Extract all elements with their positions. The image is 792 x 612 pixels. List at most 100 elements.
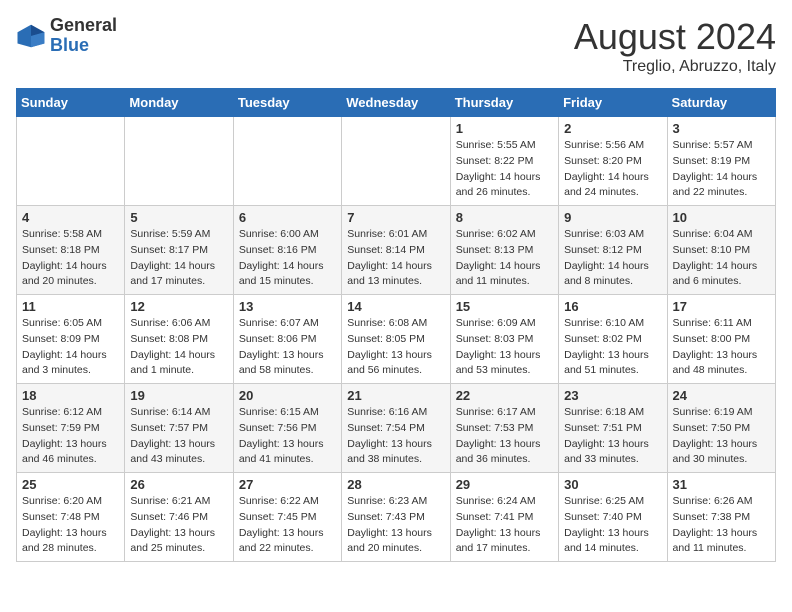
day-info: Sunrise: 5:56 AMSunset: 8:20 PMDaylight:… bbox=[564, 138, 661, 201]
logo-general: General bbox=[50, 16, 117, 36]
day-number: 2 bbox=[564, 121, 661, 136]
day-cell: 9Sunrise: 6:03 AMSunset: 8:12 PMDaylight… bbox=[559, 206, 667, 295]
day-number: 9 bbox=[564, 210, 661, 225]
day-info: Sunrise: 6:16 AMSunset: 7:54 PMDaylight:… bbox=[347, 405, 444, 468]
day-info: Sunrise: 5:55 AMSunset: 8:22 PMDaylight:… bbox=[456, 138, 553, 201]
day-cell: 10 Sunrise: 6:04 AMSunset: 8:10 PMDayligh… bbox=[667, 206, 775, 295]
logo-icon bbox=[16, 21, 46, 51]
day-cell: 22Sunrise: 6:17 AMSunset: 7:53 PMDayligh… bbox=[450, 384, 558, 473]
day-cell: 4 Sunrise: 5:58 AMSunset: 8:18 PMDaylight… bbox=[17, 206, 125, 295]
day-cell: 25 Sunrise: 6:20 AMSunset: 7:48 PMDayligh… bbox=[17, 473, 125, 562]
day-info: Sunrise: 5:58 AMSunset: 8:18 PMDaylight:… bbox=[22, 227, 119, 290]
day-info: Sunrise: 6:12 AMSunset: 7:59 PMDaylight:… bbox=[22, 405, 119, 468]
logo: General Blue bbox=[16, 16, 117, 56]
day-info: Sunrise: 6:10 AMSunset: 8:02 PMDaylight:… bbox=[564, 316, 661, 379]
day-cell: 24 Sunrise: 6:19 AMSunset: 7:50 PMDayligh… bbox=[667, 384, 775, 473]
day-number: 27 bbox=[239, 477, 336, 492]
day-cell: 20Sunrise: 6:15 AMSunset: 7:56 PMDayligh… bbox=[233, 384, 341, 473]
day-number: 3 bbox=[673, 121, 770, 136]
day-number: 12 bbox=[130, 299, 227, 314]
col-header-sunday: Sunday bbox=[17, 89, 125, 117]
day-info: Sunrise: 6:20 AMSunset: 7:48 PMDaylight:… bbox=[22, 494, 119, 557]
day-info: Sunrise: 6:11 AMSunset: 8:00 PMDaylight:… bbox=[673, 316, 770, 379]
day-cell bbox=[233, 117, 341, 206]
week-row-1: 1Sunrise: 5:55 AMSunset: 8:22 PMDaylight… bbox=[17, 117, 776, 206]
col-header-monday: Monday bbox=[125, 89, 233, 117]
day-number: 15 bbox=[456, 299, 553, 314]
day-info: Sunrise: 6:17 AMSunset: 7:53 PMDaylight:… bbox=[456, 405, 553, 468]
day-info: Sunrise: 5:59 AMSunset: 8:17 PMDaylight:… bbox=[130, 227, 227, 290]
week-row-5: 25 Sunrise: 6:20 AMSunset: 7:48 PMDayligh… bbox=[17, 473, 776, 562]
day-cell: 11Sunrise: 6:05 AMSunset: 8:09 PMDayligh… bbox=[17, 295, 125, 384]
day-number: 26 bbox=[130, 477, 227, 492]
day-cell: 2 Sunrise: 5:56 AMSunset: 8:20 PMDaylight… bbox=[559, 117, 667, 206]
header-row: SundayMondayTuesdayWednesdayThursdayFrid… bbox=[17, 89, 776, 117]
day-cell: 1Sunrise: 5:55 AMSunset: 8:22 PMDaylight… bbox=[450, 117, 558, 206]
day-number: 23 bbox=[564, 388, 661, 403]
day-info: Sunrise: 6:09 AMSunset: 8:03 PMDaylight:… bbox=[456, 316, 553, 379]
day-number: 16 bbox=[564, 299, 661, 314]
day-info: Sunrise: 6:24 AMSunset: 7:41 PMDaylight:… bbox=[456, 494, 553, 557]
day-info: Sunrise: 6:05 AMSunset: 8:09 PMDaylight:… bbox=[22, 316, 119, 379]
day-cell: 17 Sunrise: 6:11 AMSunset: 8:00 PMDayligh… bbox=[667, 295, 775, 384]
day-info: Sunrise: 6:08 AMSunset: 8:05 PMDaylight:… bbox=[347, 316, 444, 379]
col-header-wednesday: Wednesday bbox=[342, 89, 450, 117]
day-info: Sunrise: 6:02 AMSunset: 8:13 PMDaylight:… bbox=[456, 227, 553, 290]
day-number: 13 bbox=[239, 299, 336, 314]
day-info: Sunrise: 6:26 AMSunset: 7:38 PMDaylight:… bbox=[673, 494, 770, 557]
day-number: 10 bbox=[673, 210, 770, 225]
day-cell: 12Sunrise: 6:06 AMSunset: 8:08 PMDayligh… bbox=[125, 295, 233, 384]
week-row-3: 11Sunrise: 6:05 AMSunset: 8:09 PMDayligh… bbox=[17, 295, 776, 384]
title-block: August 2024 Treglio, Abruzzo, Italy bbox=[574, 16, 776, 76]
day-number: 25 bbox=[22, 477, 119, 492]
day-info: Sunrise: 6:15 AMSunset: 7:56 PMDaylight:… bbox=[239, 405, 336, 468]
location: Treglio, Abruzzo, Italy bbox=[574, 58, 776, 76]
day-info: Sunrise: 6:14 AMSunset: 7:57 PMDaylight:… bbox=[130, 405, 227, 468]
day-number: 29 bbox=[456, 477, 553, 492]
day-cell: 19 Sunrise: 6:14 AMSunset: 7:57 PMDayligh… bbox=[125, 384, 233, 473]
day-cell bbox=[17, 117, 125, 206]
day-info: Sunrise: 6:19 AMSunset: 7:50 PMDaylight:… bbox=[673, 405, 770, 468]
month-title: August 2024 bbox=[574, 16, 776, 58]
day-cell: 14 Sunrise: 6:08 AMSunset: 8:05 PMDayligh… bbox=[342, 295, 450, 384]
day-cell: 15 Sunrise: 6:09 AMSunset: 8:03 PMDayligh… bbox=[450, 295, 558, 384]
day-number: 18 bbox=[22, 388, 119, 403]
day-cell: 31 Sunrise: 6:26 AMSunset: 7:38 PMDayligh… bbox=[667, 473, 775, 562]
day-cell: 7 Sunrise: 6:01 AMSunset: 8:14 PMDaylight… bbox=[342, 206, 450, 295]
col-header-friday: Friday bbox=[559, 89, 667, 117]
day-number: 24 bbox=[673, 388, 770, 403]
day-cell: 18 Sunrise: 6:12 AMSunset: 7:59 PMDayligh… bbox=[17, 384, 125, 473]
day-info: Sunrise: 5:57 AMSunset: 8:19 PMDaylight:… bbox=[673, 138, 770, 201]
day-info: Sunrise: 6:07 AMSunset: 8:06 PMDaylight:… bbox=[239, 316, 336, 379]
day-cell: 23 Sunrise: 6:18 AMSunset: 7:51 PMDayligh… bbox=[559, 384, 667, 473]
col-header-saturday: Saturday bbox=[667, 89, 775, 117]
day-number: 21 bbox=[347, 388, 444, 403]
day-info: Sunrise: 6:04 AMSunset: 8:10 PMDaylight:… bbox=[673, 227, 770, 290]
day-cell: 27 Sunrise: 6:22 AMSunset: 7:45 PMDayligh… bbox=[233, 473, 341, 562]
day-number: 19 bbox=[130, 388, 227, 403]
day-info: Sunrise: 6:22 AMSunset: 7:45 PMDaylight:… bbox=[239, 494, 336, 557]
page-header: General Blue August 2024 Treglio, Abruzz… bbox=[16, 16, 776, 76]
col-header-thursday: Thursday bbox=[450, 89, 558, 117]
day-cell bbox=[342, 117, 450, 206]
logo-text: General Blue bbox=[50, 16, 117, 56]
day-number: 31 bbox=[673, 477, 770, 492]
day-number: 17 bbox=[673, 299, 770, 314]
day-cell: 21 Sunrise: 6:16 AMSunset: 7:54 PMDayligh… bbox=[342, 384, 450, 473]
day-cell: 28Sunrise: 6:23 AMSunset: 7:43 PMDayligh… bbox=[342, 473, 450, 562]
day-cell: 3 Sunrise: 5:57 AMSunset: 8:19 PMDaylight… bbox=[667, 117, 775, 206]
day-info: Sunrise: 6:21 AMSunset: 7:46 PMDaylight:… bbox=[130, 494, 227, 557]
day-cell: 8Sunrise: 6:02 AMSunset: 8:13 PMDaylight… bbox=[450, 206, 558, 295]
day-number: 14 bbox=[347, 299, 444, 314]
col-header-tuesday: Tuesday bbox=[233, 89, 341, 117]
day-cell: 5Sunrise: 5:59 AMSunset: 8:17 PMDaylight… bbox=[125, 206, 233, 295]
day-info: Sunrise: 6:01 AMSunset: 8:14 PMDaylight:… bbox=[347, 227, 444, 290]
logo-blue: Blue bbox=[50, 36, 117, 56]
day-info: Sunrise: 6:18 AMSunset: 7:51 PMDaylight:… bbox=[564, 405, 661, 468]
day-number: 28 bbox=[347, 477, 444, 492]
day-cell: 13 Sunrise: 6:07 AMSunset: 8:06 PMDayligh… bbox=[233, 295, 341, 384]
day-info: Sunrise: 6:00 AMSunset: 8:16 PMDaylight:… bbox=[239, 227, 336, 290]
day-number: 4 bbox=[22, 210, 119, 225]
day-number: 7 bbox=[347, 210, 444, 225]
week-row-4: 18 Sunrise: 6:12 AMSunset: 7:59 PMDayligh… bbox=[17, 384, 776, 473]
